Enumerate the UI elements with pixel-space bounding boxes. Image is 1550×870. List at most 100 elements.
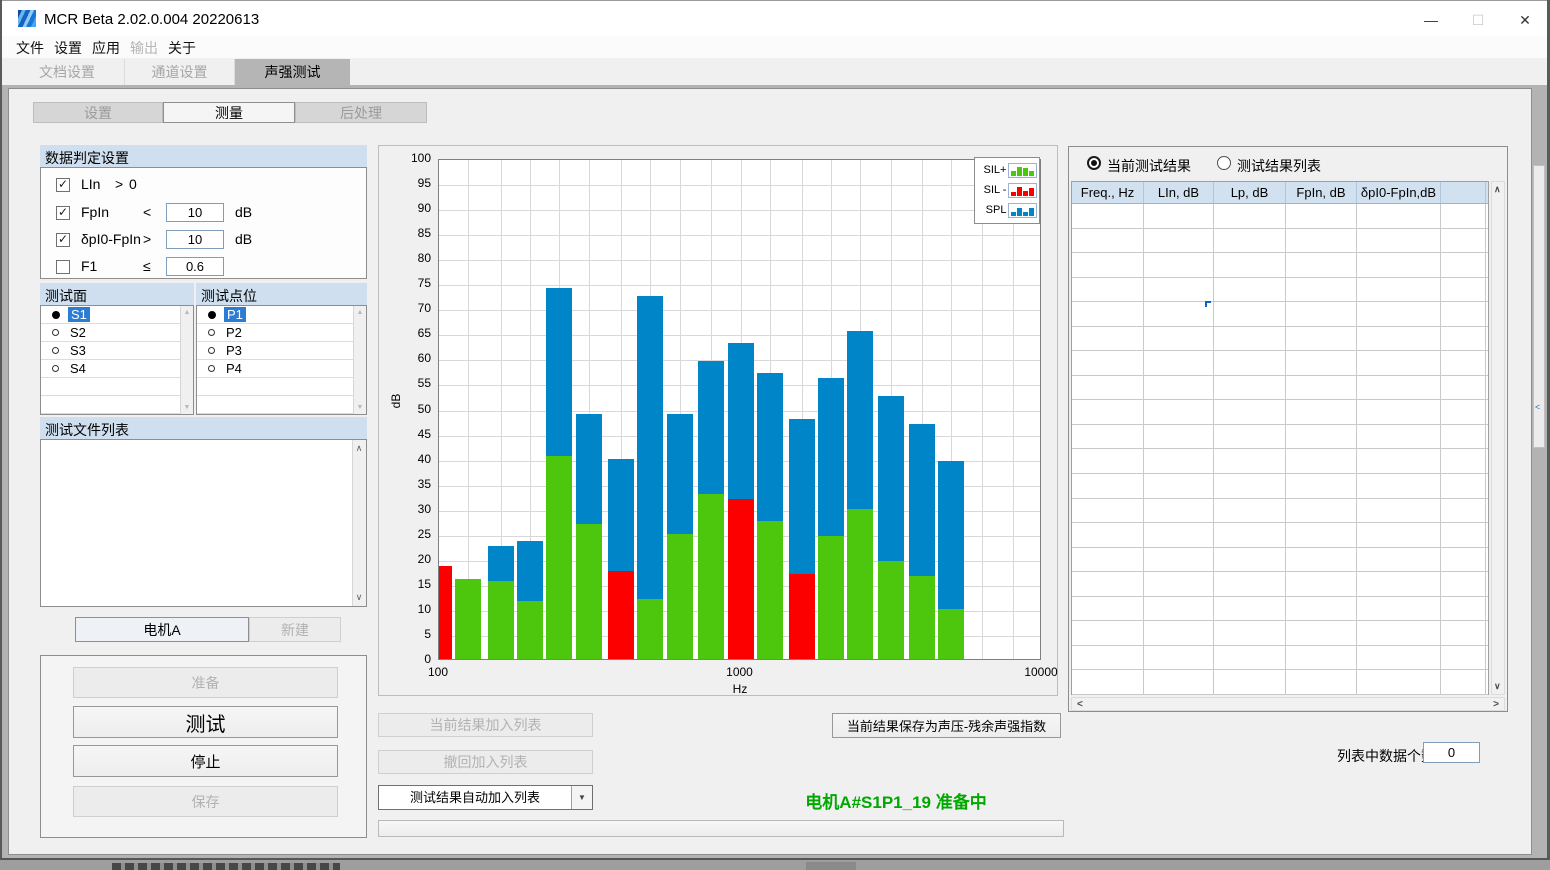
table-row[interactable] (1072, 400, 1488, 425)
point-scrollbar[interactable]: ▲▼ (353, 306, 366, 414)
scroll-down-icon[interactable]: ∨ (353, 592, 365, 603)
scroll-up-icon[interactable]: ▲ (354, 309, 366, 316)
list-count-input[interactable]: 0 (1423, 742, 1480, 763)
surface-item-s4[interactable]: S4 (70, 361, 86, 376)
table-row[interactable] (1072, 572, 1488, 597)
surface-item-s1[interactable]: S1 (68, 307, 90, 322)
table-row[interactable] (1072, 302, 1488, 327)
scroll-up-icon[interactable]: ∧ (1494, 184, 1501, 195)
action-button-save[interactable]: 保存 (73, 786, 338, 817)
surface-item-s2[interactable]: S2 (70, 325, 86, 340)
subtab-postprocess[interactable]: 后处理 (295, 102, 427, 123)
scroll-down-icon[interactable]: ▼ (181, 404, 193, 411)
criteria-checkbox-0[interactable] (56, 178, 70, 192)
point-item-p1[interactable]: P1 (224, 307, 246, 322)
action-button-prepare[interactable]: 准备 (73, 667, 338, 698)
maximize-button[interactable]: ☐ (1463, 9, 1493, 31)
table-row[interactable] (1072, 474, 1488, 499)
tab-document-settings[interactable]: 文档设置 (10, 59, 125, 85)
table-row[interactable] (1072, 327, 1488, 352)
table-row[interactable] (1072, 351, 1488, 376)
tab-intensity-test[interactable]: 声强测试 (235, 59, 350, 85)
point-item-p2[interactable]: P2 (226, 325, 242, 340)
criteria-checkbox-1[interactable] (56, 206, 70, 220)
surface-item-s3[interactable]: S3 (70, 343, 86, 358)
table-vertical-scrollbar[interactable]: ∧ ∨ (1491, 181, 1505, 695)
surface-row[interactable]: S3 (41, 342, 180, 360)
radio-current-result[interactable] (1087, 156, 1101, 170)
table-row[interactable] (1072, 548, 1488, 573)
scroll-up-icon[interactable]: ∧ (353, 443, 365, 454)
point-row[interactable] (197, 378, 353, 396)
action-button-test[interactable]: 测试 (73, 706, 338, 738)
surface-row[interactable] (41, 396, 180, 414)
close-button[interactable]: ✕ (1510, 9, 1540, 31)
surface-row[interactable]: S2 (41, 324, 180, 342)
table-header-cell[interactable] (1441, 182, 1486, 203)
criteria-checkbox-3[interactable] (56, 260, 70, 274)
table-header-cell[interactable]: LIn, dB (1144, 182, 1214, 203)
save-as-pressure-button[interactable]: 当前结果保存为声压-残余声强指数 (832, 713, 1061, 738)
point-item-p3[interactable]: P3 (226, 343, 242, 358)
minimize-button[interactable]: — (1416, 9, 1446, 31)
collapsed-side-panel[interactable]: < (1533, 165, 1545, 448)
subtab-measure[interactable]: 测量 (163, 102, 295, 123)
table-header-cell[interactable]: Freq., Hz (1072, 182, 1144, 203)
file-list-scrollbar[interactable]: ∧ ∨ (352, 440, 366, 606)
table-row[interactable] (1072, 278, 1488, 303)
point-row[interactable] (197, 396, 353, 414)
criteria-checkbox-2[interactable] (56, 233, 70, 247)
criteria-value-input[interactable]: 10 (166, 230, 224, 249)
table-row[interactable] (1072, 670, 1488, 695)
point-item-p4[interactable]: P4 (226, 361, 242, 376)
menu-output[interactable]: 输出 (130, 38, 158, 58)
menu-settings[interactable]: 设置 (54, 38, 82, 58)
scroll-down-icon[interactable]: ▼ (354, 404, 366, 411)
chevron-down-icon[interactable]: ▼ (571, 786, 592, 809)
point-row[interactable]: P2 (197, 324, 353, 342)
menu-application[interactable]: 应用 (92, 38, 120, 58)
table-header-cell[interactable]: FpIn, dB (1286, 182, 1357, 203)
test-name-button[interactable]: 电机A (75, 617, 249, 642)
scroll-left-icon[interactable]: < (1077, 699, 1083, 710)
subtab-settings[interactable]: 设置 (33, 102, 163, 123)
new-button[interactable]: 新建 (249, 617, 341, 642)
surface-row[interactable]: S1 (41, 306, 180, 324)
y-tick-label: 55 (391, 376, 431, 390)
criteria-value-input[interactable]: 0.6 (166, 257, 224, 276)
table-row[interactable] (1072, 523, 1488, 548)
scroll-down-icon[interactable]: ∨ (1494, 681, 1501, 692)
table-header-cell[interactable]: Lp, dB (1214, 182, 1286, 203)
table-horizontal-scrollbar[interactable]: < > (1071, 697, 1505, 711)
table-row[interactable] (1072, 425, 1488, 450)
table-row[interactable] (1072, 204, 1488, 229)
point-row[interactable]: P3 (197, 342, 353, 360)
table-row[interactable] (1072, 597, 1488, 622)
scroll-up-icon[interactable]: ▲ (181, 309, 193, 316)
table-row[interactable] (1072, 499, 1488, 524)
surface-row[interactable] (41, 378, 180, 396)
table-row[interactable] (1072, 253, 1488, 278)
undo-add-button[interactable]: 撤回加入列表 (378, 750, 593, 774)
surface-scrollbar[interactable]: ▲▼ (180, 306, 193, 414)
menu-file[interactable]: 文件 (16, 38, 44, 58)
table-row[interactable] (1072, 621, 1488, 646)
criteria-value-input[interactable]: 10 (166, 203, 224, 222)
table-row[interactable] (1072, 376, 1488, 401)
table-header-cell[interactable]: δpI0-FpIn,dB (1357, 182, 1441, 203)
table-row[interactable] (1072, 449, 1488, 474)
scroll-right-icon[interactable]: > (1493, 699, 1499, 710)
action-button-stop[interactable]: 停止 (73, 745, 338, 777)
table-row[interactable] (1072, 646, 1488, 671)
tab-channel-settings[interactable]: 通道设置 (125, 59, 235, 85)
point-row[interactable]: P1 (197, 306, 353, 324)
table-row[interactable] (1072, 229, 1488, 254)
point-row[interactable]: P4 (197, 360, 353, 378)
menu-about[interactable]: 关于 (168, 38, 196, 58)
surface-row[interactable]: S4 (41, 360, 180, 378)
chevron-left-icon[interactable]: < (1535, 402, 1540, 412)
auto-add-combobox[interactable]: 测试结果自动加入列表 ▼ (378, 785, 593, 810)
add-current-result-button[interactable]: 当前结果加入列表 (378, 713, 593, 737)
file-list[interactable]: ∧ ∨ (40, 439, 367, 607)
radio-result-list[interactable] (1217, 156, 1231, 170)
